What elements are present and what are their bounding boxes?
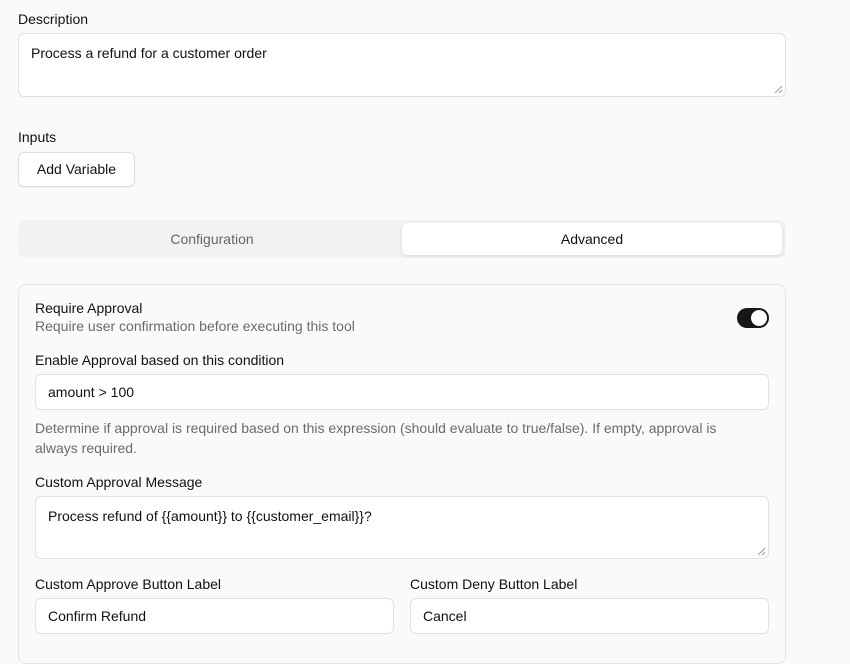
toggle-knob — [751, 310, 767, 326]
tab-configuration[interactable]: Configuration — [22, 223, 402, 255]
condition-help-text: Determine if approval is required based … — [35, 418, 775, 458]
message-value: Process refund of {{amount}} to {{custom… — [48, 508, 372, 524]
inputs-label: Inputs — [18, 129, 57, 145]
deny-button-label: Custom Deny Button Label — [410, 576, 578, 592]
require-approval-toggle[interactable] — [737, 308, 769, 328]
approve-label-input[interactable]: Confirm Refund — [35, 598, 394, 634]
description-value: Process a refund for a customer order — [31, 45, 267, 61]
description-label: Description — [18, 11, 89, 27]
resize-handle-icon[interactable] — [757, 547, 766, 556]
settings-tabs: Configuration Advanced — [18, 220, 786, 258]
deny-label-input[interactable]: Cancel — [410, 598, 769, 634]
condition-help-line-2: always required. — [35, 440, 137, 456]
message-textarea[interactable]: Process refund of {{amount}} to {{custom… — [35, 496, 769, 559]
tab-advanced[interactable]: Advanced — [402, 223, 782, 255]
resize-handle-icon[interactable] — [774, 85, 783, 94]
approve-button-label: Custom Approve Button Label — [35, 576, 222, 592]
message-label: Custom Approval Message — [35, 474, 203, 490]
require-approval-subtitle: Require user confirmation before executi… — [35, 318, 355, 334]
add-variable-button[interactable]: Add Variable — [18, 152, 135, 187]
condition-help-line-1: Determine if approval is required based … — [35, 420, 717, 436]
description-textarea[interactable]: Process a refund for a customer order — [18, 33, 786, 97]
condition-input[interactable]: amount > 100 — [35, 374, 769, 410]
condition-label: Enable Approval based on this condition — [35, 352, 285, 368]
require-approval-title: Require Approval — [35, 300, 143, 316]
